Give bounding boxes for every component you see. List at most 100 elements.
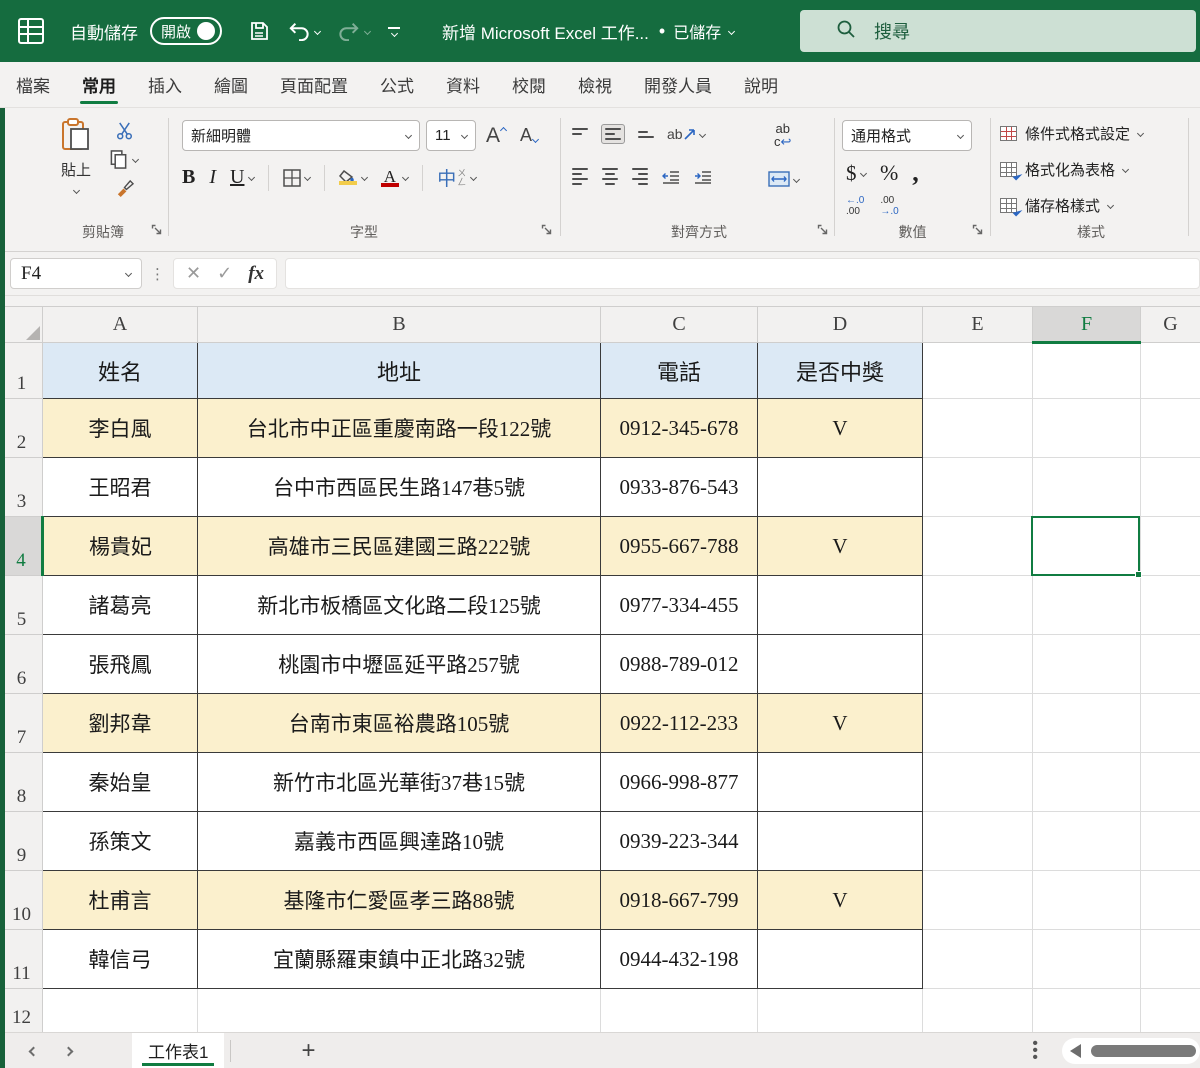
cell-won[interactable] [758, 576, 923, 635]
cell-phone[interactable]: 0939-223-344 [601, 812, 758, 871]
row-header-2[interactable]: 2 [1, 399, 43, 458]
cell-address[interactable]: 桃園市中壢區延平路257號 [198, 635, 601, 694]
number-dialog-launcher-icon[interactable] [972, 222, 983, 240]
font-size-select[interactable]: 11 [426, 120, 476, 151]
comma-format-button[interactable]: , [912, 158, 919, 188]
align-bottom-button[interactable] [638, 131, 654, 138]
select-all-corner[interactable] [1, 307, 43, 343]
scroll-left-arrow-icon[interactable] [1070, 1044, 1081, 1058]
cell-won[interactable]: V [758, 871, 923, 930]
column-header-a[interactable]: A [43, 307, 198, 343]
tab-formulas[interactable]: 公式 [364, 62, 430, 107]
font-color-button[interactable]: A [381, 168, 408, 187]
cell-name[interactable]: 王昭君 [43, 458, 198, 517]
cell-address[interactable]: 嘉義市西區興達路10號 [198, 812, 601, 871]
column-header-g[interactable]: G [1141, 307, 1200, 343]
row-header-10[interactable]: 10 [1, 871, 43, 930]
phonetic-guide-button[interactable]: 中 ㄨㄥ [437, 164, 475, 191]
cell-name[interactable]: 秦始皇 [43, 753, 198, 812]
scrollbar-thumb[interactable] [1091, 1045, 1196, 1057]
cell-name[interactable]: 張飛鳳 [43, 635, 198, 694]
cell-won[interactable] [758, 930, 923, 989]
sheet-nav-right-icon[interactable] [65, 1042, 72, 1060]
cell-name[interactable]: 孫策文 [43, 812, 198, 871]
grow-font-button[interactable]: A [486, 124, 506, 148]
cell-address[interactable]: 高雄市三民區建國三路222號 [198, 517, 601, 576]
cell-d1[interactable]: 是否中獎 [758, 343, 923, 399]
percent-format-button[interactable]: % [880, 160, 898, 186]
customize-qat-icon[interactable] [388, 27, 400, 36]
row-header-11[interactable]: 11 [1, 930, 43, 989]
formula-input[interactable] [285, 258, 1200, 289]
clipboard-dialog-launcher-icon[interactable] [151, 222, 162, 240]
align-top-button[interactable] [572, 128, 588, 140]
shrink-font-button[interactable]: A [520, 125, 538, 146]
formula-bar-handle[interactable]: ⋮ [150, 265, 165, 283]
decrease-decimal-button[interactable]: .00→.0 [880, 196, 898, 217]
horizontal-scrollbar[interactable] [1062, 1038, 1200, 1064]
format-painter-button[interactable] [110, 178, 138, 198]
cell-phone[interactable]: 0933-876-543 [601, 458, 758, 517]
align-middle-button[interactable] [601, 124, 625, 144]
cell-name[interactable]: 楊貴妃 [43, 517, 198, 576]
sheet-tab-active[interactable]: 工作表1 [132, 1033, 224, 1068]
decrease-indent-button[interactable] [662, 170, 680, 184]
column-header-f[interactable]: F [1033, 307, 1141, 343]
column-header-d[interactable]: D [758, 307, 923, 343]
font-name-select[interactable]: 新細明體 [182, 120, 420, 151]
tab-developer[interactable]: 開發人員 [628, 62, 728, 107]
cell-address[interactable]: 宜蘭縣羅東鎮中正北路32號 [198, 930, 601, 989]
conditional-formatting-button[interactable]: 條件式格式設定 [1000, 118, 1143, 148]
cell-address[interactable]: 新竹市北區光華街37巷15號 [198, 753, 601, 812]
cell-won[interactable] [758, 635, 923, 694]
cell-won[interactable] [758, 753, 923, 812]
cell-phone[interactable]: 0955-667-788 [601, 517, 758, 576]
cell-phone[interactable]: 0977-334-455 [601, 576, 758, 635]
orientation-button[interactable]: ab [667, 126, 705, 142]
cell-address[interactable]: 基隆市仁愛區孝三路88號 [198, 871, 601, 930]
fill-color-button[interactable] [339, 169, 366, 187]
column-header-e[interactable]: E [923, 307, 1033, 343]
cell-phone[interactable]: 0918-667-799 [601, 871, 758, 930]
row-header-7[interactable]: 7 [1, 694, 43, 753]
number-format-select[interactable]: 通用格式 [842, 120, 972, 151]
cell-name[interactable]: 杜甫言 [43, 871, 198, 930]
row-header-9[interactable]: 9 [1, 812, 43, 871]
cell-won[interactable]: V [758, 399, 923, 458]
row-header-6[interactable]: 6 [1, 635, 43, 694]
cell-phone[interactable]: 0912-345-678 [601, 399, 758, 458]
add-sheet-button[interactable]: + [301, 1037, 315, 1065]
align-left-button[interactable] [572, 168, 588, 185]
cell-address[interactable]: 新北市板橋區文化路二段125號 [198, 576, 601, 635]
align-center-button[interactable] [602, 168, 618, 185]
cell-won[interactable] [758, 812, 923, 871]
cell-b1[interactable]: 地址 [198, 343, 601, 399]
cell-address[interactable]: 台北市中正區重慶南路一段122號 [198, 399, 601, 458]
cell-c1[interactable]: 電話 [601, 343, 758, 399]
paste-button[interactable]: 貼上 [50, 118, 102, 198]
tab-data[interactable]: 資料 [430, 62, 496, 107]
bold-button[interactable]: B [182, 166, 195, 189]
tab-view[interactable]: 檢視 [562, 62, 628, 107]
cell-a1[interactable]: 姓名 [43, 343, 198, 399]
tab-home[interactable]: 常用 [66, 62, 132, 107]
merge-center-button[interactable] [768, 170, 799, 188]
autosave-toggle[interactable]: 開啟 [150, 17, 222, 45]
cell-phone[interactable]: 0988-789-012 [601, 635, 758, 694]
excel-logo-icon[interactable] [18, 18, 44, 44]
cut-button[interactable] [110, 120, 138, 140]
cell-styles-button[interactable]: 儲存格樣式 [1000, 190, 1113, 220]
row-header-5[interactable]: 5 [1, 576, 43, 635]
name-box[interactable]: F4 [10, 258, 142, 289]
cell-name[interactable]: 諸葛亮 [43, 576, 198, 635]
cell-name[interactable]: 李白風 [43, 399, 198, 458]
document-title[interactable]: 新增 Microsoft Excel 工作... [442, 19, 649, 44]
cell-address[interactable]: 台中市西區民生路147巷5號 [198, 458, 601, 517]
align-right-button[interactable] [632, 168, 648, 185]
row-header-4[interactable]: 4 [1, 517, 43, 576]
cell-won[interactable]: V [758, 517, 923, 576]
format-as-table-button[interactable]: 格式化為表格 [1000, 154, 1128, 184]
selected-cell-f4[interactable] [1033, 517, 1141, 576]
currency-format-button[interactable]: $ [846, 161, 866, 186]
cell-name[interactable]: 韓信弓 [43, 930, 198, 989]
